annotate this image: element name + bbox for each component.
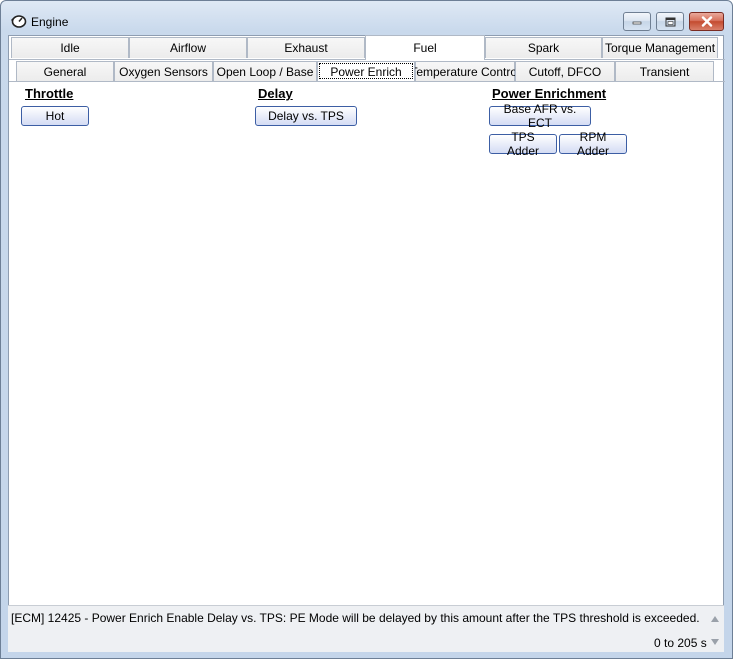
delay-section-title: Delay bbox=[258, 86, 293, 101]
delay-vs-tps-button[interactable]: Delay vs. TPS bbox=[255, 106, 357, 126]
maximize-button[interactable] bbox=[656, 12, 684, 31]
description-panel: [ECM] 12425 - Power Enrich Enable Delay … bbox=[8, 605, 724, 652]
tab-cutoff-dfco[interactable]: Cutoff, DFCO bbox=[515, 61, 615, 81]
tab-general[interactable]: General bbox=[16, 61, 114, 81]
tab-transient[interactable]: Transient bbox=[615, 61, 714, 81]
client-area: Idle Airflow Exhaust Fuel Spark Torque M… bbox=[8, 35, 725, 652]
tab-oxygen-sensors[interactable]: Oxygen Sensors bbox=[114, 61, 213, 81]
tab-idle[interactable]: Idle bbox=[11, 37, 129, 58]
tab-fuel[interactable]: Fuel bbox=[365, 35, 485, 60]
minimize-icon bbox=[632, 21, 642, 24]
hot-button[interactable]: Hot bbox=[21, 106, 89, 126]
tab-open-loop-base[interactable]: Open Loop / Base bbox=[213, 61, 317, 81]
tab-torque-management[interactable]: Torque Management bbox=[602, 37, 718, 58]
primary-tab-row: Idle Airflow Exhaust Fuel Spark Torque M… bbox=[9, 35, 725, 60]
minimize-button[interactable] bbox=[623, 12, 651, 31]
description-text: [ECM] 12425 - Power Enrich Enable Delay … bbox=[11, 611, 700, 625]
value-range-text: 0 to 205 s bbox=[654, 636, 707, 650]
base-afr-vs-ect-button[interactable]: Base AFR vs. ECT bbox=[489, 102, 591, 130]
rpm-adder-button[interactable]: RPM Adder bbox=[559, 130, 627, 158]
maximize-icon bbox=[665, 17, 675, 26]
tab-temperature-control[interactable]: Temperature Control bbox=[410, 61, 520, 81]
tab-power-enrich[interactable]: Power Enrich bbox=[317, 61, 415, 81]
engine-window: Engine Idle Airflow Exhaust Fuel Spark T… bbox=[0, 0, 733, 659]
power-enrichment-section-title: Power Enrichment bbox=[492, 86, 607, 101]
scroll-up-arrow-icon[interactable] bbox=[710, 615, 720, 623]
tab-spark[interactable]: Spark bbox=[485, 37, 602, 58]
tab-airflow[interactable]: Airflow bbox=[129, 37, 247, 58]
close-icon bbox=[701, 16, 712, 27]
engine-gauge-icon bbox=[11, 15, 27, 28]
title-bar[interactable]: Engine bbox=[1, 1, 732, 31]
tps-adder-button[interactable]: TPS Adder bbox=[489, 130, 557, 158]
scroll-down-arrow-icon[interactable] bbox=[710, 638, 720, 646]
close-button[interactable] bbox=[689, 12, 724, 31]
throttle-section-title: Throttle bbox=[25, 86, 74, 101]
tab-exhaust[interactable]: Exhaust bbox=[247, 37, 365, 58]
secondary-tab-divider bbox=[9, 81, 725, 82]
window-title: Engine bbox=[31, 15, 69, 29]
secondary-tab-row: General Oxygen Sensors Open Loop / Base … bbox=[9, 60, 725, 82]
